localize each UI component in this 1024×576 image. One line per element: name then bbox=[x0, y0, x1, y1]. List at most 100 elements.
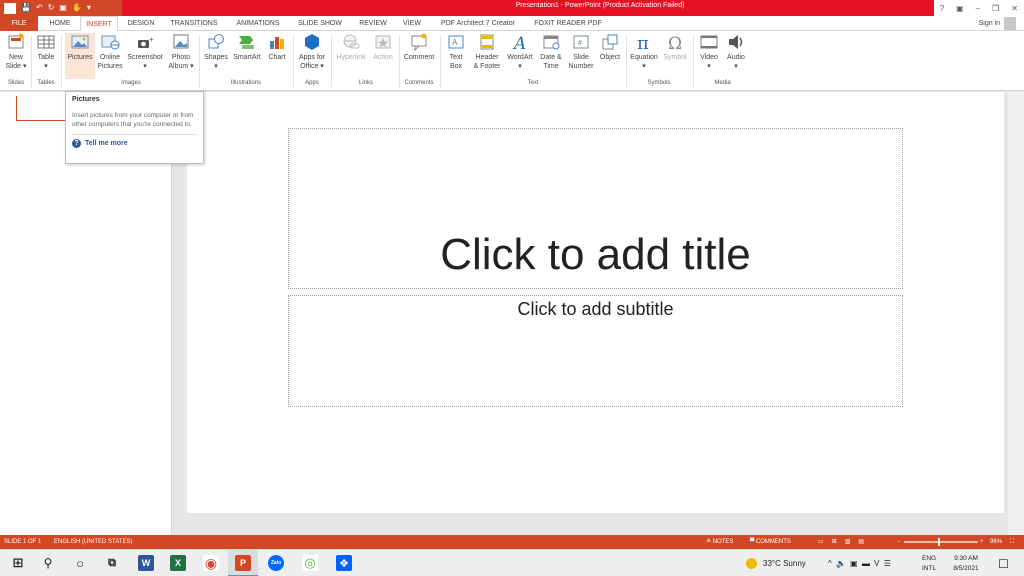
customize-qat-icon[interactable]: ▾ bbox=[87, 0, 91, 16]
object-icon bbox=[602, 34, 618, 50]
tab-file[interactable]: FILE bbox=[0, 16, 38, 31]
group-label-images: Images bbox=[121, 80, 141, 86]
chart-icon bbox=[270, 37, 284, 49]
tab-transitions[interactable]: TRANSITIONS bbox=[164, 16, 224, 31]
slideshow-view-icon[interactable]: ▤ bbox=[858, 535, 864, 549]
zoom-out-button[interactable]: − bbox=[897, 535, 901, 549]
reading-view-icon[interactable]: ▥ bbox=[845, 535, 851, 549]
app-icon[interactable]: ◎ bbox=[302, 555, 318, 571]
screenshot-button[interactable]: + Screenshot ▾ bbox=[125, 33, 165, 79]
tab-pdf-architect[interactable]: PDF Architect 7 Creator bbox=[432, 16, 524, 31]
new-slide-button[interactable]: New Slide ▾ bbox=[3, 33, 29, 79]
input-language[interactable]: ENG INTL bbox=[922, 550, 936, 576]
dropbox-icon[interactable]: ❖ bbox=[336, 555, 352, 571]
hyperlink-button[interactable]: Hyperlink bbox=[334, 33, 368, 79]
language-status[interactable]: ENGLISH (UNITED STATES) bbox=[54, 535, 132, 549]
zoom-in-button[interactable]: + bbox=[980, 535, 984, 549]
touch-mode-icon[interactable]: ✋ bbox=[72, 0, 82, 16]
slide-number-button[interactable]: # Slide Number bbox=[566, 33, 596, 79]
search-icon[interactable]: ⚲ bbox=[40, 555, 56, 571]
smartart-button[interactable]: SmartArt bbox=[231, 33, 263, 79]
system-tray-icons[interactable]: ^ 🔈 ▣ ▬ V ☰ bbox=[828, 550, 892, 576]
zoom-level[interactable]: 96% bbox=[990, 535, 1002, 549]
comment-button[interactable]: Comment bbox=[401, 33, 437, 79]
slide-count[interactable]: SLIDE 1 OF 1 bbox=[4, 535, 41, 549]
separator bbox=[293, 35, 294, 87]
title-placeholder[interactable]: Click to add title bbox=[288, 128, 903, 289]
tab-insert[interactable]: INSERT bbox=[80, 16, 118, 32]
chart-button[interactable]: Chart bbox=[264, 33, 290, 79]
clock[interactable]: 9:30 AM 8/5/2021 bbox=[948, 550, 984, 576]
photo-album-button[interactable]: Photo Album ▾ bbox=[166, 33, 196, 79]
tab-view[interactable]: VIEW bbox=[398, 16, 426, 31]
zalo-icon[interactable]: Zalo bbox=[268, 555, 284, 571]
apps-for-office-button[interactable]: Apps for Office ▾ bbox=[295, 33, 329, 79]
group-label-media: Media bbox=[714, 80, 731, 86]
video-button[interactable]: Video ▾ bbox=[696, 33, 722, 79]
ribbon-display-options-button[interactable]: ▣ bbox=[956, 4, 964, 13]
help-button[interactable]: ? bbox=[940, 4, 944, 13]
subtitle-placeholder[interactable]: Click to add subtitle bbox=[288, 295, 903, 407]
tooltip-divider bbox=[72, 134, 197, 135]
normal-view-icon[interactable]: ▭ bbox=[818, 535, 824, 549]
maximize-button[interactable]: ❐ bbox=[992, 4, 999, 13]
tab-design[interactable]: DESIGN bbox=[122, 16, 160, 31]
sign-in[interactable]: Sign in bbox=[979, 16, 1016, 31]
word-icon[interactable]: W bbox=[138, 555, 154, 571]
group-label-comments: Comments bbox=[404, 80, 434, 86]
tab-review[interactable]: REVIEW bbox=[352, 16, 394, 31]
account-avatar[interactable] bbox=[1004, 17, 1016, 30]
notes-button[interactable]: ≙ NOTES bbox=[706, 535, 733, 549]
object-button[interactable]: Object bbox=[596, 33, 624, 79]
table-button[interactable]: Table ▾ bbox=[34, 33, 58, 79]
powerpoint-icon[interactable]: P bbox=[235, 555, 251, 571]
task-view-icon[interactable]: ⧉ bbox=[104, 555, 120, 571]
undo-icon[interactable]: ↶ bbox=[36, 0, 43, 16]
windows-start-icon[interactable]: ⊞ bbox=[10, 555, 26, 571]
notification-center-icon[interactable]: ☐ bbox=[998, 550, 1009, 576]
sign-in-label[interactable]: Sign in bbox=[979, 16, 1000, 31]
online-pictures-button[interactable]: Online Pictures bbox=[96, 33, 124, 79]
separator bbox=[61, 35, 62, 87]
excel-icon[interactable]: X bbox=[170, 555, 186, 571]
text-box-button[interactable]: A Text Box bbox=[443, 33, 469, 79]
close-button[interactable]: ✕ bbox=[1011, 4, 1018, 13]
shapes-button[interactable]: Shapes ▾ bbox=[202, 33, 230, 79]
zoom-slider[interactable] bbox=[904, 541, 978, 543]
weather-widget[interactable]: 33°C Sunny bbox=[746, 550, 806, 576]
cortana-icon[interactable]: ○ bbox=[72, 555, 88, 571]
equation-button[interactable]: π Equation ▾ bbox=[628, 33, 660, 79]
ribbon-insert: New Slide ▾ Table ▾ Pictures Online Picture… bbox=[0, 31, 1024, 91]
audio-button[interactable]: Audio ▾ bbox=[723, 33, 749, 79]
fit-to-window-icon[interactable]: ⛶ bbox=[1010, 535, 1014, 549]
smartart-icon bbox=[239, 36, 254, 49]
windows-taskbar: ⊞ ⚲ ○ ⧉ W X ◉ P Zalo ◎ ❖ 33°C Sunny ^ 🔈 … bbox=[0, 549, 1024, 576]
shapes-icon bbox=[208, 34, 224, 49]
tell-me-more-link[interactable]: ? Tell me more bbox=[72, 139, 197, 148]
pictures-button[interactable]: Pictures bbox=[65, 33, 95, 79]
symbol-button[interactable]: Ω Symbol bbox=[660, 33, 690, 79]
start-slideshow-icon[interactable]: ▣ bbox=[59, 0, 67, 16]
pictures-tooltip: Pictures Insert pictures from your compu… bbox=[65, 91, 204, 164]
tab-animations[interactable]: ANIMATIONS bbox=[228, 16, 288, 31]
table-icon bbox=[37, 35, 55, 49]
tab-foxit-reader[interactable]: FOXIT READER PDF bbox=[530, 16, 606, 31]
chrome-icon[interactable]: ◉ bbox=[203, 555, 219, 571]
wordart-button[interactable]: A WordArt ▾ bbox=[505, 33, 535, 79]
tell-me-more-label[interactable]: Tell me more bbox=[85, 140, 128, 147]
tab-home[interactable]: HOME bbox=[42, 16, 78, 31]
separator bbox=[31, 35, 32, 87]
tab-slide-show[interactable]: SLIDE SHOW bbox=[292, 16, 348, 31]
comments-button[interactable]: ▀ COMMENTS bbox=[750, 535, 791, 549]
redo-icon[interactable]: ↻ bbox=[48, 0, 55, 16]
vertical-scrollbar[interactable] bbox=[1008, 92, 1024, 535]
save-icon[interactable]: 💾 bbox=[21, 0, 31, 16]
slide-sorter-view-icon[interactable]: ⊞ bbox=[832, 535, 837, 549]
action-button[interactable]: Action bbox=[369, 33, 397, 79]
group-label-links: Links bbox=[358, 80, 373, 86]
minimize-button[interactable]: – bbox=[976, 4, 980, 13]
header-footer-button[interactable]: Header & Footer bbox=[470, 33, 504, 79]
hyperlink-icon bbox=[343, 34, 360, 49]
date-time-button[interactable]: Date & Time bbox=[536, 33, 566, 79]
zoom-slider-thumb[interactable] bbox=[938, 538, 940, 546]
